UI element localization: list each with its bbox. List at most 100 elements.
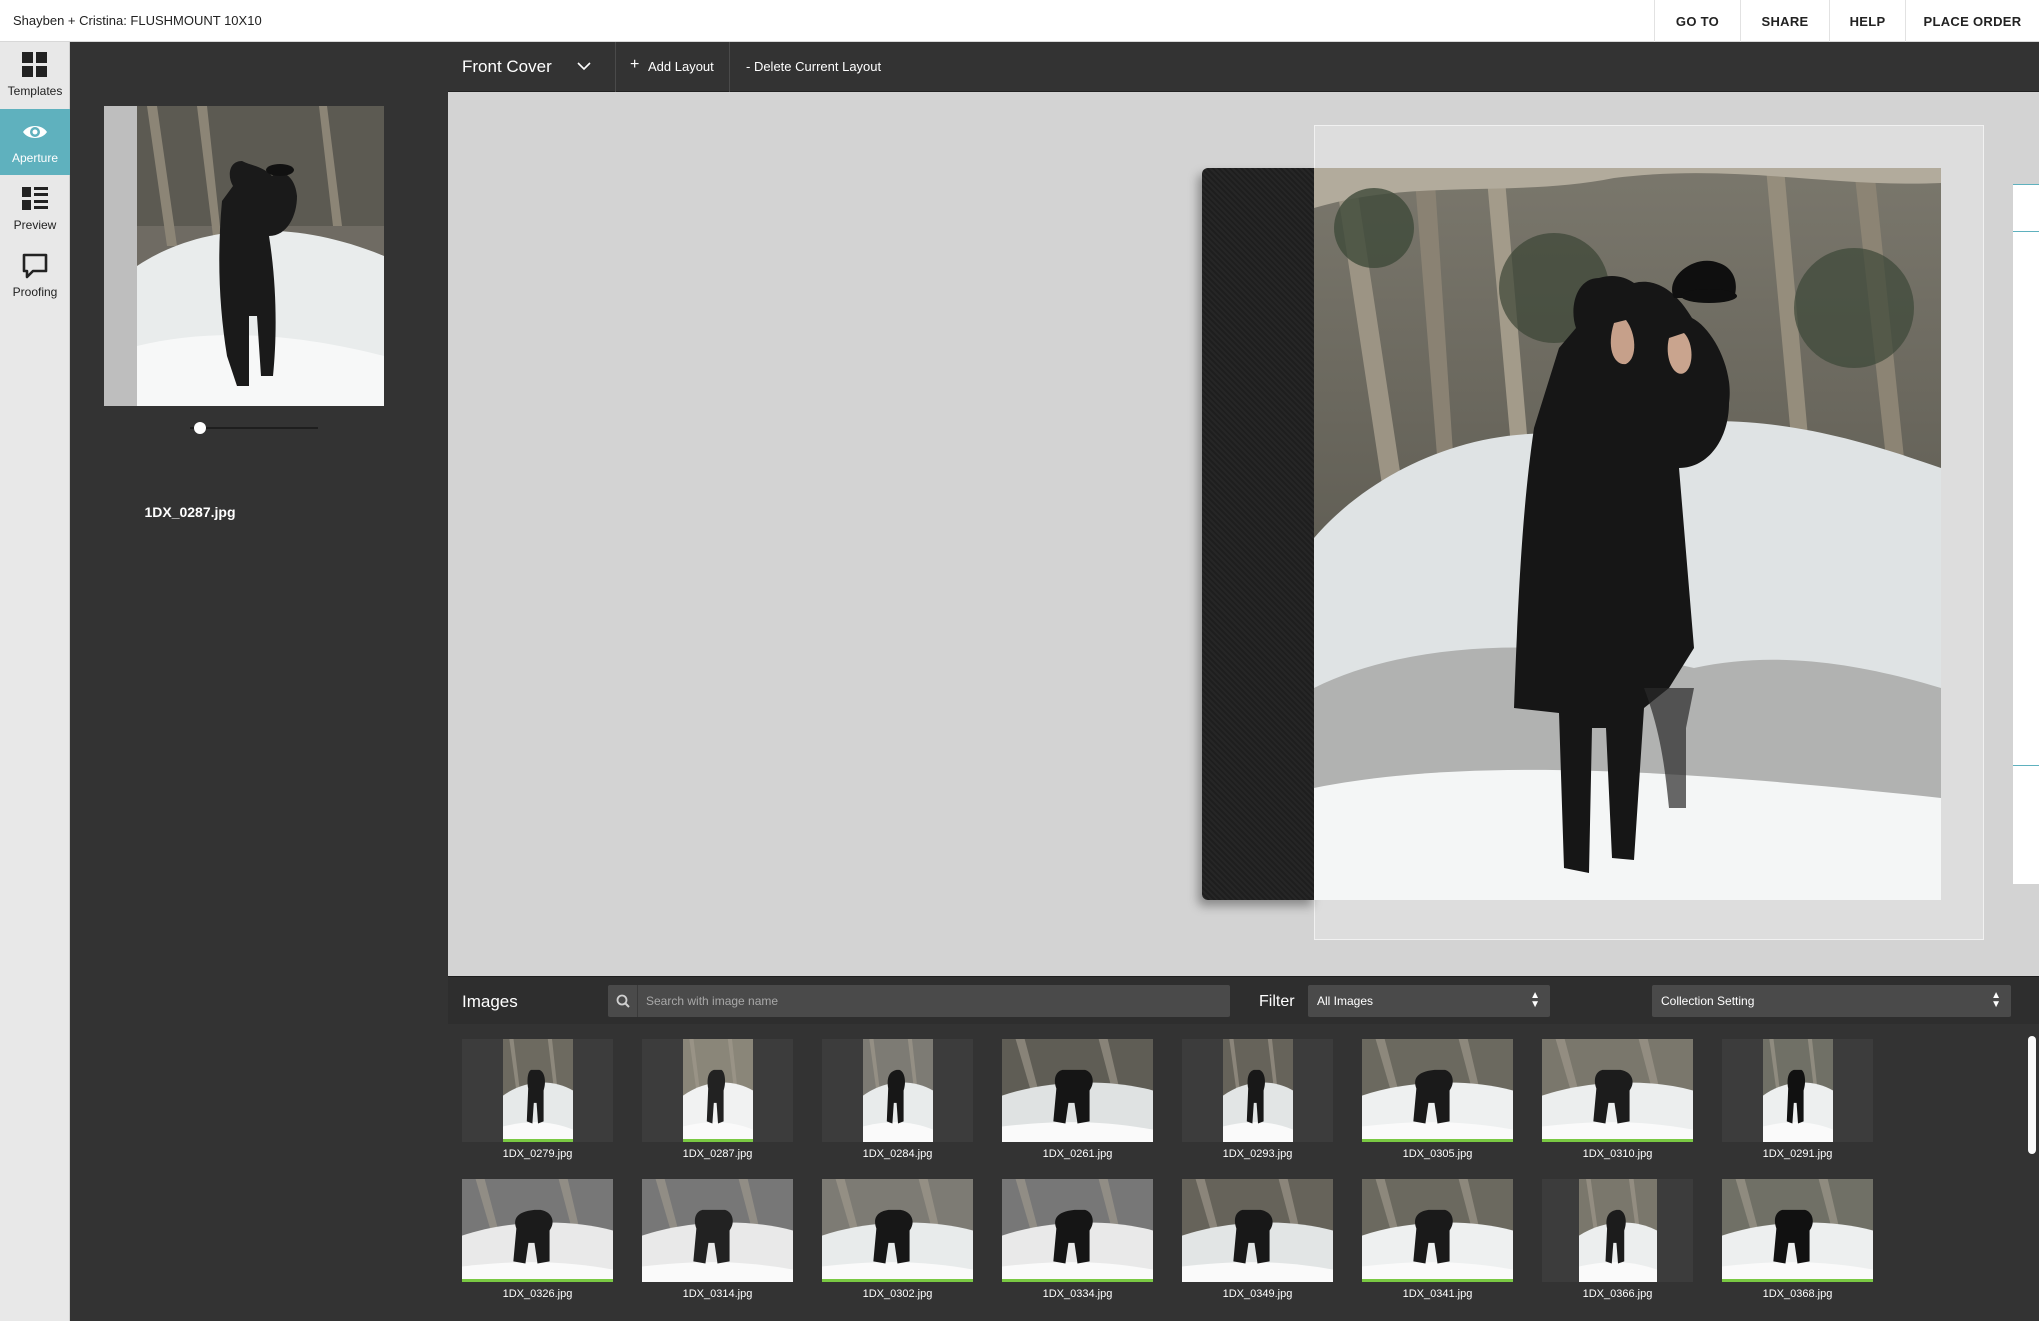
image-thumbnail-item[interactable]: 1DX_0302.jpg: [822, 1164, 973, 1300]
image-used-indicator: [503, 1139, 573, 1142]
image-thumbnail-frame: [462, 1039, 613, 1142]
go-to-button[interactable]: GO TO: [1654, 0, 1740, 42]
image-thumbnail-item[interactable]: 1DX_0314.jpg: [642, 1164, 793, 1300]
image-thumbnail-name: 1DX_0293.jpg: [1222, 1148, 1293, 1160]
image-thumbnail-name: 1DX_0366.jpg: [1582, 1288, 1653, 1300]
design-canvas[interactable]: [448, 92, 2039, 976]
cover-photo[interactable]: [1314, 168, 1941, 900]
album-spine-leather: [1202, 168, 1316, 900]
image-thumbnail-frame: [462, 1179, 613, 1282]
image-thumbnail-item[interactable]: 1DX_0261.jpg: [1002, 1024, 1153, 1160]
grid-icon: [22, 52, 47, 77]
page-select-value: Front Cover: [462, 57, 552, 76]
image-thumbnail-item[interactable]: 1DX_0284.jpg: [822, 1024, 973, 1160]
nav-proofing-label: Proofing: [12, 285, 58, 299]
help-button[interactable]: HELP: [1829, 0, 1905, 42]
image-grid: 1DX_0279.jpg 1DX_0287.jpg 1DX_0284.jpg 1DX_…: [448, 1024, 2039, 1321]
image-thumbnail-picture: [1223, 1039, 1293, 1142]
zoom-slider-handle[interactable]: [194, 422, 207, 434]
nav-preview-label: Preview: [13, 218, 57, 232]
image-thumbnail-item[interactable]: 1DX_0334.jpg: [1002, 1164, 1153, 1300]
image-thumbnail-frame: [1542, 1039, 1693, 1142]
image-thumbnail-item[interactable]: 1DX_0326.jpg: [462, 1164, 613, 1300]
image-thumbnail-item[interactable]: 1DX_0305.jpg: [1362, 1024, 1513, 1160]
image-thumbnail-picture: [1182, 1179, 1333, 1282]
image-thumbnail-name: 1DX_0314.jpg: [682, 1288, 753, 1300]
image-used-indicator: [822, 1279, 973, 1282]
image-thumbnail-frame: [642, 1179, 793, 1282]
selected-image-thumbnail: [137, 106, 384, 406]
image-used-indicator: [1542, 1139, 1693, 1142]
image-thumbnail-name: 1DX_0305.jpg: [1402, 1148, 1473, 1160]
guide-line: [2013, 765, 2039, 766]
image-thumbnail-name: 1DX_0334.jpg: [1042, 1288, 1113, 1300]
list-layout-icon: [22, 187, 48, 210]
nav-aperture-label: Aperture: [11, 151, 59, 165]
image-thumbnail-picture: [1002, 1039, 1153, 1142]
image-thumbnail-picture: [642, 1179, 793, 1282]
guide-line: [2013, 231, 2039, 232]
image-thumbnail-frame: [1722, 1039, 1873, 1142]
delete-layout-button[interactable]: - Delete Current Layout: [746, 59, 881, 74]
image-used-indicator: [1002, 1279, 1153, 1282]
image-thumbnail-name: 1DX_0302.jpg: [862, 1288, 933, 1300]
image-thumbnail-picture: [822, 1179, 973, 1282]
collection-select-value: Collection Setting: [1661, 994, 1755, 1008]
image-thumbnail-name: 1DX_0287.jpg: [682, 1148, 753, 1160]
image-thumbnail-picture: [1763, 1039, 1833, 1142]
image-thumbnail-item[interactable]: 1DX_0366.jpg: [1542, 1164, 1693, 1300]
image-preview-panel: 1DX_0287.jpg: [70, 42, 448, 1321]
image-search[interactable]: [608, 985, 1230, 1017]
images-bar: Images Filter All Images ▲▼ Collection S…: [448, 976, 2039, 1024]
zoom-slider-track[interactable]: [190, 427, 318, 429]
search-icon: [608, 985, 638, 1017]
image-thumbnail-frame: [1362, 1039, 1513, 1142]
image-thumbnail-name: 1DX_0341.jpg: [1402, 1288, 1473, 1300]
filter-select[interactable]: All Images ▲ ▼: [1308, 985, 1550, 1017]
select-arrows-icon: ▲ ▼: [1530, 990, 1540, 1010]
image-thumbnail-picture: [1542, 1039, 1693, 1142]
search-input[interactable]: [646, 985, 1216, 1017]
image-thumbnail-frame: [822, 1179, 973, 1282]
place-order-button[interactable]: PLACE ORDER: [1905, 0, 2039, 42]
app-title: Shayben + Cristina: FLUSHMOUNT 10X10: [13, 13, 262, 28]
image-thumbnail-frame: [1542, 1179, 1693, 1282]
top-actions: GO TO SHARE HELP PLACE ORDER: [1654, 0, 2039, 42]
layout-toolbar: Front Cover + Add Layout - Delete Curren…: [448, 42, 2039, 92]
page-select-dropdown[interactable]: Front Cover: [448, 42, 616, 92]
image-thumbnail-item[interactable]: 1DX_0287.jpg: [642, 1024, 793, 1160]
share-button[interactable]: SHARE: [1740, 0, 1829, 42]
image-thumbnail-name: 1DX_0261.jpg: [1042, 1148, 1113, 1160]
nav-templates[interactable]: Templates: [0, 42, 70, 108]
selected-image-preview[interactable]: [104, 106, 384, 406]
image-thumbnail-name: 1DX_0291.jpg: [1762, 1148, 1833, 1160]
image-thumbnail-item[interactable]: 1DX_0349.jpg: [1182, 1164, 1333, 1300]
left-nav: Templates Aperture Preview Proofing: [0, 42, 70, 1321]
nav-preview[interactable]: Preview: [0, 176, 70, 242]
image-thumbnail-item[interactable]: 1DX_0341.jpg: [1362, 1164, 1513, 1300]
eye-icon: [23, 126, 47, 138]
image-thumbnail-frame: [1182, 1039, 1333, 1142]
image-thumbnail-item[interactable]: 1DX_0279.jpg: [462, 1024, 613, 1160]
image-thumbnail-frame: [1182, 1179, 1333, 1282]
image-thumbnail-item[interactable]: 1DX_0293.jpg: [1182, 1024, 1333, 1160]
top-bar: Shayben + Cristina: FLUSHMOUNT 10X10 GO …: [0, 0, 2039, 42]
image-thumbnail-picture: [462, 1179, 613, 1282]
image-thumbnail-name: 1DX_0326.jpg: [502, 1288, 573, 1300]
nav-aperture[interactable]: Aperture: [0, 109, 70, 175]
add-layout-label: Add Layout: [648, 59, 714, 74]
image-thumbnail-item[interactable]: 1DX_0291.jpg: [1722, 1024, 1873, 1160]
image-grid-scrollbar[interactable]: [2028, 1036, 2036, 1154]
filter-label: Filter: [1259, 993, 1295, 1010]
collection-setting-select[interactable]: Collection Setting ▲ ▼: [1652, 985, 2011, 1017]
filter-select-value: All Images: [1317, 994, 1374, 1008]
image-thumbnail-item[interactable]: 1DX_0368.jpg: [1722, 1164, 1873, 1300]
image-thumbnail-frame: [1722, 1179, 1873, 1282]
nav-proofing[interactable]: Proofing: [0, 243, 70, 309]
plus-icon: +: [630, 56, 640, 73]
image-thumbnail-picture: [1362, 1179, 1513, 1282]
image-thumbnail-item[interactable]: 1DX_0310.jpg: [1542, 1024, 1693, 1160]
image-thumbnail-picture: [683, 1039, 753, 1142]
chevron-down-icon: [577, 62, 591, 71]
add-layout-button[interactable]: + Add Layout: [616, 42, 730, 92]
